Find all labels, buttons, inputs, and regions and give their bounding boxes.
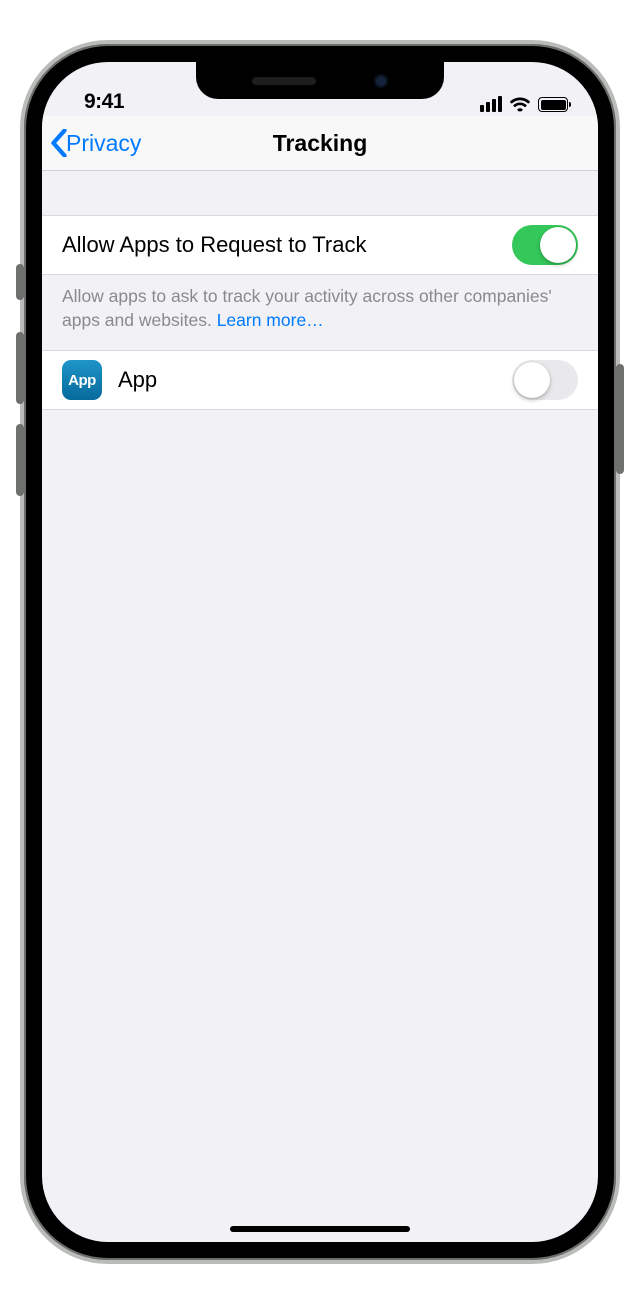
screen: 9:41 Privacy Tracking (42, 62, 598, 1242)
notch (196, 62, 444, 99)
app-row: App App (42, 350, 598, 410)
back-button[interactable]: Privacy (50, 116, 141, 170)
app-icon: App (62, 360, 102, 400)
app-tracking-toggle[interactable] (512, 360, 578, 400)
volume-up-button (16, 332, 24, 404)
volume-down-button (16, 424, 24, 496)
allow-tracking-label: Allow Apps to Request to Track (62, 232, 512, 258)
page-title: Tracking (273, 130, 368, 157)
back-label: Privacy (66, 130, 141, 157)
learn-more-link[interactable]: Learn more… (217, 310, 324, 330)
app-icon-text: App (68, 372, 96, 389)
wifi-icon (509, 96, 531, 112)
allow-tracking-toggle[interactable] (512, 225, 578, 265)
app-name: App (118, 367, 512, 393)
battery-icon (538, 97, 568, 112)
front-camera (374, 74, 388, 88)
device-frame: 9:41 Privacy Tracking (20, 40, 620, 1264)
status-time: 9:41 (84, 90, 124, 114)
side-button (616, 364, 624, 474)
home-indicator[interactable] (230, 1226, 410, 1232)
allow-tracking-row: Allow Apps to Request to Track (42, 215, 598, 275)
speaker-grill (252, 77, 316, 85)
cellular-signal-icon (480, 96, 502, 112)
mute-switch (16, 264, 24, 300)
section-footer: Allow apps to ask to track your activity… (42, 275, 598, 350)
navigation-bar: Privacy Tracking (42, 116, 598, 171)
content: Allow Apps to Request to Track Allow app… (42, 171, 598, 410)
